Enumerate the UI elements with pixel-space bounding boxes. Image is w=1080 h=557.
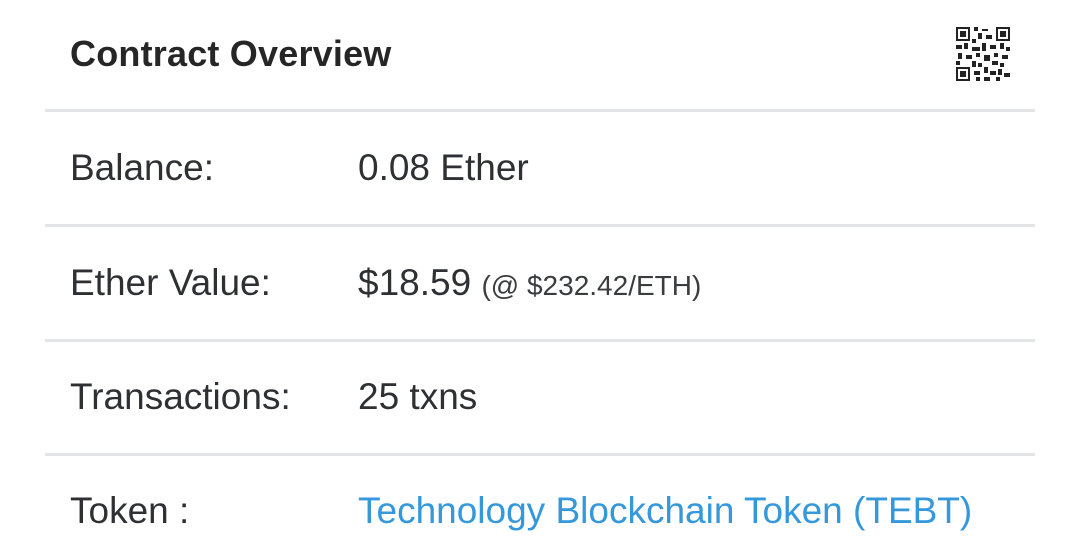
transactions-value: 25 txns — [358, 376, 478, 417]
ether-value: $18.59 (@ $232.42/ETH) — [358, 227, 701, 339]
token-row: Token : Technology Blockchain Token (TEB… — [45, 455, 1035, 557]
transactions-label: Transactions: — [70, 376, 291, 417]
balance-label: Balance: — [70, 147, 214, 188]
ether-value-label: Ether Value: — [70, 262, 271, 303]
ether-value-row: Ether Value: $18.59 (@ $232.42/ETH) — [45, 227, 1035, 342]
balance-value: 0.08 Ether — [358, 147, 529, 188]
token-link[interactable]: Technology Blockchain Token (TEBT) — [358, 490, 972, 531]
token-label: Token : — [70, 490, 190, 531]
page-title: Contract Overview — [70, 33, 392, 74]
token-value: Technology Blockchain Token (TEBT) — [358, 455, 972, 557]
balance-row: Balance: 0.08 Ether — [45, 112, 1035, 227]
qr-code-icon[interactable] — [956, 27, 1010, 81]
transactions-row: Transactions: 25 txns — [45, 341, 1035, 456]
ether-value-usd: $18.59 — [358, 262, 472, 303]
ether-price-note: (@ $232.42/ETH) — [481, 270, 702, 301]
contract-overview-header: Contract Overview — [45, 0, 1035, 112]
